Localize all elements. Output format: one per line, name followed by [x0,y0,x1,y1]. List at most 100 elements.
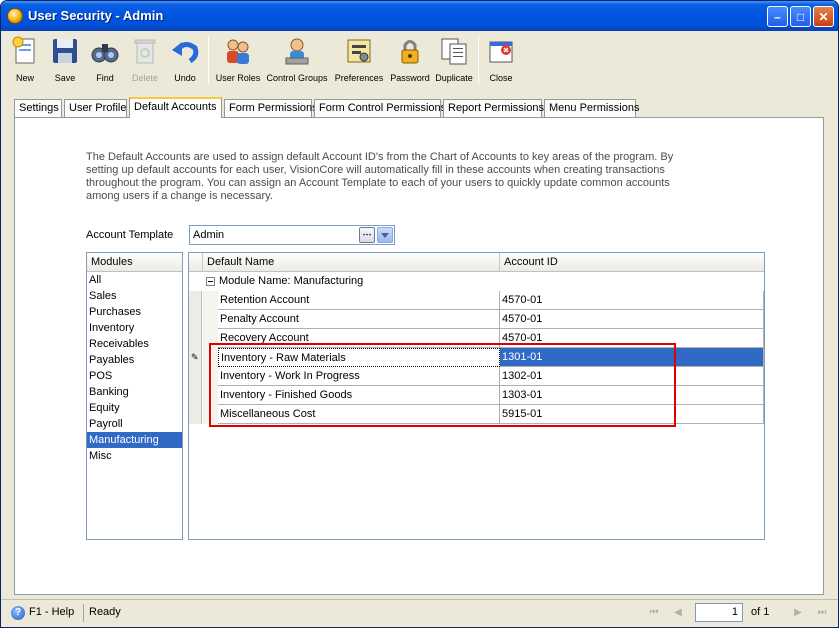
module-item[interactable]: Payroll [87,416,182,432]
ellipsis-icon: ⋯ [362,229,372,239]
tab-report-permissions[interactable]: Report Permissions [443,99,544,117]
module-item[interactable]: Inventory [87,320,182,336]
previous-page-icon: ◀ [674,607,682,618]
group-label: Module Name: Manufacturing [219,275,364,287]
row-selector[interactable] [189,405,202,424]
user-roles-icon [223,36,253,66]
control-groups-icon [282,36,312,66]
new-document-icon [10,36,40,66]
module-item[interactable]: Receivables [87,336,182,352]
next-record-button[interactable]: ▶ [791,606,805,620]
preferences-button[interactable]: Preferences [333,32,385,88]
modules-list: Modules All Sales Purchases Inventory Re… [86,252,183,540]
record-number-input[interactable]: 1 [695,603,743,622]
minimize-icon: – [774,9,781,24]
account-template-lookup-button[interactable]: ⋯ [359,227,375,243]
control-groups-button[interactable]: Control Groups [265,32,329,88]
record-total: 1 [763,606,770,618]
status-divider [83,604,84,622]
first-record-button[interactable]: ⏮ [647,606,661,620]
first-page-icon: ⏮ [649,607,659,618]
minimize-button[interactable]: – [767,6,788,27]
user-roles-button[interactable]: User Roles [213,32,263,88]
last-page-icon: ⏭ [817,607,827,618]
cell-account-id[interactable]: 4570-01 [500,291,764,310]
status-text: Ready [89,606,121,618]
toolbar-separator [478,36,479,84]
duplicate-button[interactable]: Duplicate [433,32,475,88]
find-button[interactable]: Find [87,32,123,88]
cell-default-name[interactable]: Retention Account [218,291,500,310]
module-item[interactable]: Sales [87,288,182,304]
row-selector[interactable] [189,291,202,310]
table-row[interactable]: Penalty Account 4570-01 [189,310,764,329]
help-icon[interactable]: ? [11,606,25,620]
window-title: User Security - Admin [28,8,164,23]
toolbar: New Save Find Delete Undo User Roles Con… [5,32,834,88]
row-selector[interactable] [189,329,202,348]
account-template-value: Admin [193,229,225,241]
table-row[interactable]: Retention Account 4570-01 [189,291,764,310]
close-form-icon [486,36,516,66]
column-header-account-id[interactable]: Account ID [500,253,764,272]
group-row-manufacturing[interactable]: Module Name: Manufacturing [189,273,764,291]
row-selector[interactable] [189,386,202,405]
row-selector[interactable] [189,310,202,329]
modules-header: Modules [87,253,182,272]
recycle-bin-icon [130,36,160,66]
module-item[interactable]: Payables [87,352,182,368]
module-item[interactable]: Purchases [87,304,182,320]
tab-menu-permissions[interactable]: Menu Permissions [544,99,639,117]
account-template-dropdown-button[interactable] [377,227,393,243]
row-selector[interactable]: ✎ [189,348,202,367]
app-icon [7,8,23,24]
account-template-combo[interactable]: Admin ⋯ [189,225,395,245]
record-of-label: of 1 [751,606,770,618]
tab-form-permissions[interactable]: Form Permissions [224,99,318,117]
password-button[interactable]: Password [389,32,431,88]
previous-record-button[interactable]: ◀ [671,606,685,620]
maximize-button[interactable]: □ [790,6,811,27]
password-lock-icon [395,36,425,66]
status-bar: ? F1 - Help Ready ⏮ ◀ 1 of 1 ▶ ⏭ [1,599,838,627]
duplicate-icon [439,36,469,66]
row-selector[interactable] [189,367,202,386]
cell-default-name[interactable]: Penalty Account [218,310,500,329]
close-form-button[interactable]: Close [483,32,519,88]
tab-settings[interactable]: Settings [14,99,62,117]
delete-button[interactable]: Delete [127,32,163,88]
close-icon: ✕ [818,9,829,24]
tab-user-profile[interactable]: User Profile [64,99,127,117]
title-bar[interactable]: User Security - Admin – □ ✕ [1,1,838,31]
module-item-selected[interactable]: Manufacturing [87,432,182,448]
save-button[interactable]: Save [47,32,83,88]
column-header-default-name[interactable]: Default Name [203,253,500,272]
highlight-annotation-box [209,343,676,427]
preferences-icon [344,36,374,66]
module-item[interactable]: Equity [87,400,182,416]
undo-button[interactable]: Undo [167,32,203,88]
grid-header: Default Name Account ID [189,253,764,272]
tab-form-control-permissions[interactable]: Form Control Permissions [314,99,446,117]
default-accounts-description: The Default Accounts are used to assign … [86,151,674,202]
close-window-button[interactable]: ✕ [813,6,834,27]
toolbar-separator [208,36,209,84]
undo-arrow-icon [170,36,200,66]
binoculars-icon [90,36,120,66]
cell-account-id[interactable]: 4570-01 [500,310,764,329]
account-template-label: Account Template [86,229,174,241]
user-security-window: User Security - Admin – □ ✕ New Save Fin… [0,0,839,628]
collapse-group-icon[interactable] [206,277,215,286]
maximize-icon: □ [796,9,805,24]
grid-header-corner [189,253,203,272]
module-item[interactable]: Banking [87,384,182,400]
last-record-button[interactable]: ⏭ [815,606,829,620]
record-pager: ⏮ ◀ 1 of 1 ▶ ⏭ [641,602,833,624]
module-item[interactable]: All [87,272,182,288]
help-hint[interactable]: F1 - Help [29,606,74,618]
new-button[interactable]: New [7,32,43,88]
module-item[interactable]: Misc [87,448,182,464]
floppy-disk-icon [50,36,80,66]
tab-default-accounts[interactable]: Default Accounts [129,97,222,118]
module-item[interactable]: POS [87,368,182,384]
